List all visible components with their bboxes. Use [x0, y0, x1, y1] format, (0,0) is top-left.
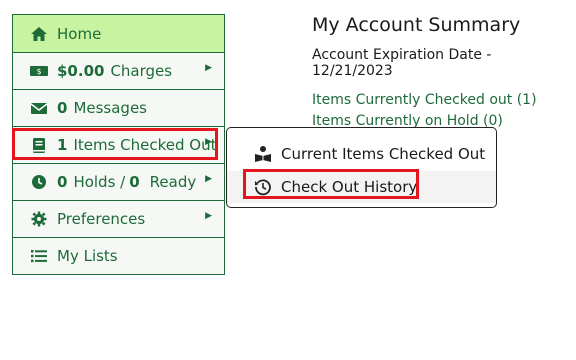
sidebar-item-label: My Lists — [57, 247, 118, 265]
list-icon — [29, 247, 49, 265]
sidebar-item-checked-out[interactable]: 1 Items Checked Out ▶ — [13, 127, 224, 164]
holds-label: Holds / — [73, 173, 126, 191]
caret-right-icon: ▶ — [205, 137, 212, 147]
page-title: My Account Summary — [312, 14, 521, 36]
account-sidebar: Home $ $0.00 Charges ▶ 0 Messages 1 Item… — [12, 14, 225, 275]
book-icon — [29, 136, 49, 154]
menu-item-current-checked-out[interactable]: Current Items Checked Out — [227, 138, 496, 170]
sidebar-item-messages[interactable]: 0 Messages — [13, 90, 224, 127]
sidebar-item-preferences[interactable]: Preferences ▶ — [13, 201, 224, 238]
money-icon: $ — [29, 62, 49, 80]
sidebar-item-label: Home — [57, 24, 102, 43]
menu-item-check-out-history[interactable]: Check Out History — [227, 171, 496, 203]
clock-icon — [29, 173, 49, 191]
sidebar-item-label: Preferences — [57, 210, 146, 228]
sidebar-item-label: Items Checked Out — [73, 136, 217, 154]
gear-icon — [29, 210, 49, 228]
svg-text:$: $ — [36, 67, 41, 76]
envelope-icon — [29, 99, 49, 117]
sidebar-item-charges[interactable]: $ $0.00 Charges ▶ — [13, 53, 224, 90]
caret-right-icon: ▶ — [205, 211, 212, 221]
checked-out-dropdown: Current Items Checked Out Check Out Hist… — [226, 127, 497, 208]
sidebar-item-label: Ready — [149, 173, 197, 191]
sidebar-item-home[interactable]: Home — [13, 15, 224, 53]
sidebar-item-label: Messages — [73, 99, 147, 117]
history-icon — [253, 178, 273, 196]
ready-count: 0 — [129, 173, 140, 191]
sidebar-item-label: Charges — [110, 62, 173, 80]
charges-amount: $0.00 — [57, 62, 105, 80]
reader-icon — [253, 145, 273, 163]
holds-count: 0 — [57, 173, 68, 191]
home-icon — [29, 25, 49, 43]
link-items-checked-out[interactable]: Items Currently Checked out (1) — [312, 92, 537, 108]
account-expiration: Account Expiration Date - 12/21/2023 — [312, 47, 492, 79]
checked-out-count: 1 — [57, 136, 68, 154]
caret-right-icon: ▶ — [205, 174, 212, 184]
sidebar-item-holds[interactable]: 0 Holds / 0 Ready ▶ — [13, 164, 224, 201]
caret-right-icon: ▶ — [205, 63, 212, 73]
sidebar-item-my-lists[interactable]: My Lists — [13, 238, 224, 275]
menu-item-label: Current Items Checked Out — [281, 145, 486, 163]
menu-item-label: Check Out History — [281, 178, 418, 196]
messages-count: 0 — [57, 99, 68, 117]
